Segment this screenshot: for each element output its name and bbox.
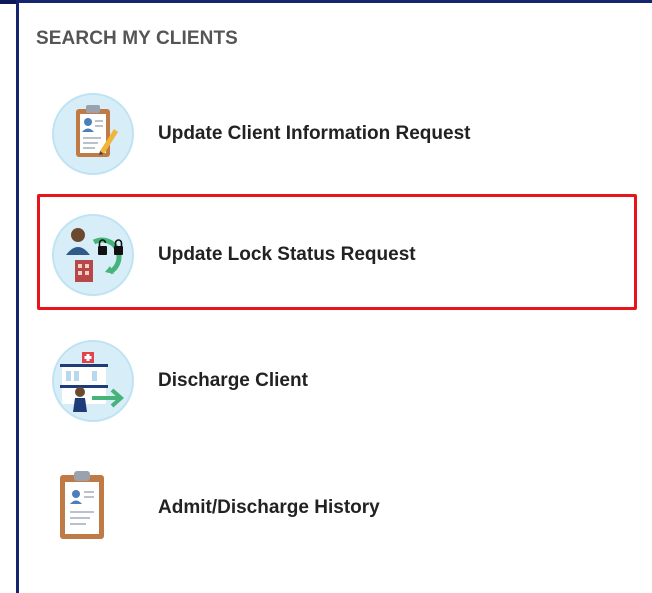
discharge-client-item[interactable]: Discharge Client [40, 325, 636, 437]
clipboard-edit-icon [48, 89, 138, 179]
item-label: Admit/Discharge History [158, 497, 380, 518]
item-label: Update Client Information Request [158, 123, 471, 144]
admit-discharge-history-item[interactable]: Admit/Discharge History [40, 452, 636, 564]
item-label: Discharge Client [158, 370, 308, 391]
discharge-client-icon [48, 336, 138, 426]
section-title: SEARCH MY CLIENTS [36, 28, 238, 49]
highlight-box [37, 194, 637, 310]
update-client-information-request-item[interactable]: Update Client Information Request [40, 78, 636, 190]
history-clipboard-icon [48, 463, 138, 553]
